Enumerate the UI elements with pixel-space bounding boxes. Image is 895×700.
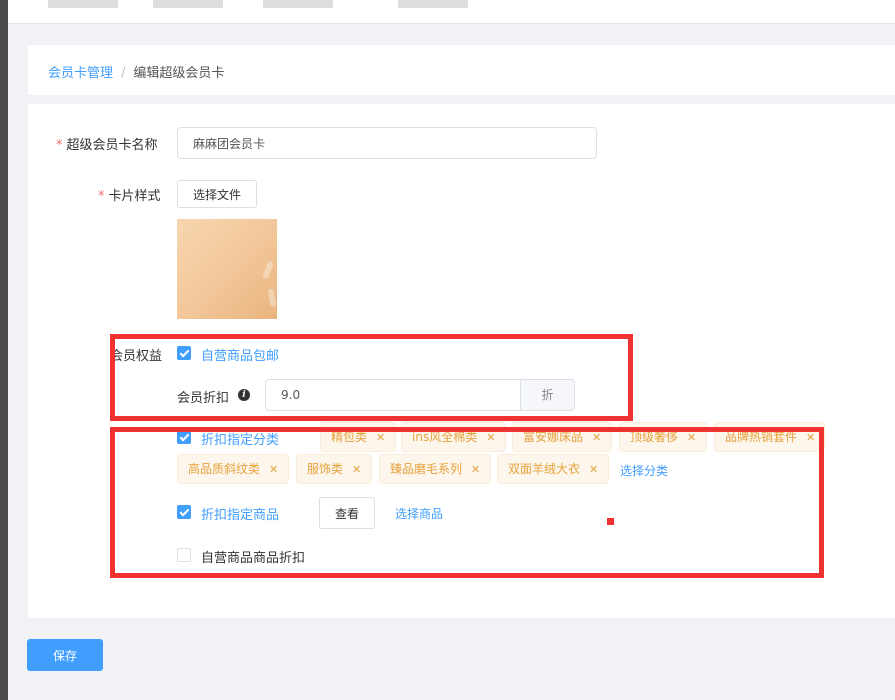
discount-suffix: 折 — [520, 380, 574, 410]
breadcrumb-separator: / — [121, 66, 126, 81]
category-discount-label[interactable]: 折扣指定分类 — [201, 429, 279, 448]
category-tag: 高品质斜纹类 ✕ — [177, 454, 290, 484]
card-style-preview-image — [177, 219, 277, 319]
card-name-label: * 超级会员卡名称 — [56, 134, 158, 153]
tag-label: 双面羊绒大衣 — [508, 462, 581, 476]
product-discount-checkbox[interactable] — [177, 505, 191, 519]
left-scrollbar-strip — [0, 0, 8, 700]
tag-label: 服饰类 — [307, 462, 344, 476]
tag-label: 品牌热销套件 — [725, 430, 798, 444]
close-icon[interactable]: ✕ — [376, 431, 385, 444]
free-shipping-checkbox[interactable] — [177, 346, 191, 360]
choose-file-button[interactable]: 选择文件 — [177, 180, 257, 208]
breadcrumb-current: 编辑超级会员卡 — [133, 66, 225, 81]
tag-label: 精包类 — [331, 430, 368, 444]
tag-label: 高品质斜纹类 — [188, 462, 261, 476]
required-mark: * — [56, 138, 63, 153]
close-icon[interactable]: ✕ — [486, 431, 495, 444]
top-tab[interactable] — [153, 0, 223, 8]
info-icon[interactable]: i — [238, 389, 250, 401]
breadcrumb-link-card-management[interactable]: 会员卡管理 — [48, 66, 113, 81]
discount-input[interactable] — [266, 380, 521, 410]
preview-decoration — [262, 260, 274, 280]
card-name-input[interactable] — [177, 127, 597, 159]
tag-label: 臻品磨毛系列 — [390, 462, 463, 476]
close-icon[interactable]: ✕ — [806, 431, 815, 444]
category-tag: 臻品磨毛系列 ✕ — [379, 454, 492, 484]
annotation-marker — [607, 518, 614, 525]
category-tag: ins风全棉类 ✕ — [401, 422, 507, 452]
card-style-label: * 卡片样式 — [98, 185, 161, 204]
discount-input-group: 折 — [265, 379, 575, 411]
top-tab[interactable] — [263, 0, 333, 8]
category-tag: 富安娜床品 ✕ — [512, 422, 613, 452]
top-tab[interactable] — [398, 0, 468, 8]
category-tag: 顶级奢侈 ✕ — [619, 422, 708, 452]
free-shipping-label[interactable]: 自营商品包邮 — [201, 345, 279, 364]
save-button[interactable]: 保存 — [27, 639, 103, 671]
category-tag: 双面羊绒大衣 ✕ — [497, 454, 610, 484]
close-icon[interactable]: ✕ — [589, 463, 598, 476]
view-button[interactable]: 查看 — [319, 497, 375, 529]
preview-decoration — [267, 288, 277, 308]
tag-label: 富安娜床品 — [523, 430, 584, 444]
close-icon[interactable]: ✕ — [269, 463, 278, 476]
top-tab[interactable] — [48, 0, 118, 8]
card-style-label-text: 卡片样式 — [108, 189, 161, 204]
close-icon[interactable]: ✕ — [687, 431, 696, 444]
benefits-label: 会员权益 — [110, 349, 163, 364]
self-product-discount-label[interactable]: 自营商品商品折扣 — [201, 547, 305, 566]
close-icon[interactable]: ✕ — [352, 463, 361, 476]
self-product-discount-checkbox[interactable] — [177, 548, 191, 562]
category-tag: 精包类 ✕ — [320, 422, 397, 452]
choose-product-link[interactable]: 选择商品 — [395, 505, 443, 522]
choose-category-link[interactable]: 选择分类 — [620, 462, 668, 479]
tag-label: ins风全棉类 — [412, 430, 478, 444]
top-tab-bar — [8, 0, 895, 24]
category-discount-checkbox[interactable] — [177, 430, 191, 444]
category-tag: 服饰类 ✕ — [296, 454, 373, 484]
close-icon[interactable]: ✕ — [592, 431, 601, 444]
card-name-label-text: 超级会员卡名称 — [66, 138, 158, 153]
breadcrumb: 会员卡管理 / 编辑超级会员卡 — [48, 62, 224, 81]
tag-label: 顶级奢侈 — [630, 430, 679, 444]
close-icon[interactable]: ✕ — [471, 463, 480, 476]
product-discount-label[interactable]: 折扣指定商品 — [201, 504, 279, 523]
breadcrumb-card: 会员卡管理 / 编辑超级会员卡 — [28, 45, 895, 95]
category-tag: 品牌热销套件 ✕ — [714, 422, 825, 452]
required-mark: * — [98, 189, 105, 204]
member-discount-label: 会员折扣 — [177, 391, 230, 406]
